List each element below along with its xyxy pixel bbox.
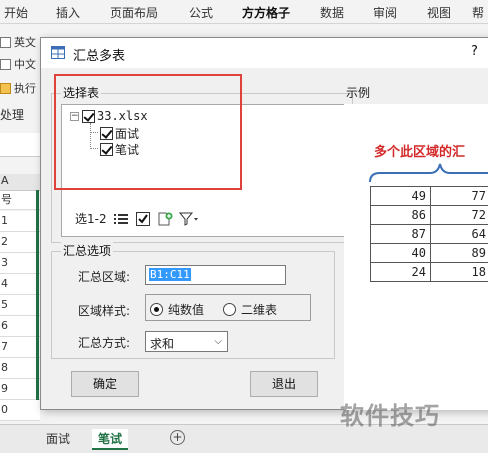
- column-header-a[interactable]: A: [0, 174, 40, 191]
- tab-data[interactable]: 数据: [320, 4, 344, 21]
- tab-home[interactable]: 开始: [4, 4, 28, 21]
- dialog-titlebar: 汇总多表 ?: [41, 38, 488, 68]
- example-panel: 多个此区域的汇 49 77 86 72 87 64 40 89 24 18: [344, 104, 488, 410]
- table-cell: 40: [370, 243, 431, 263]
- table-row: 24 18: [370, 262, 488, 282]
- ribbon-section-label: 处理: [0, 108, 25, 122]
- table-cell: 24: [370, 262, 431, 282]
- method-select[interactable]: 求和 ⌵: [145, 331, 228, 352]
- table-cell: 89: [430, 243, 488, 263]
- table-row: 40 89: [370, 243, 488, 263]
- add-sheet-icon[interactable]: +: [170, 430, 185, 445]
- chevron-down-icon: ⌵: [214, 336, 222, 347]
- row-number[interactable]: 0: [0, 400, 40, 421]
- selection-count: 选1-2: [75, 212, 107, 226]
- method-label: 汇总方式:: [78, 336, 131, 350]
- radio-unselected[interactable]: [223, 303, 236, 316]
- range-label: 汇总区域:: [78, 270, 131, 284]
- sheet-tab-interview[interactable]: 面试: [40, 429, 76, 448]
- tab-formulas[interactable]: 公式: [189, 4, 213, 21]
- row-number[interactable]: 3: [0, 253, 40, 274]
- add-sheet-file-icon[interactable]: [157, 212, 173, 226]
- table-cell: 18: [430, 262, 488, 282]
- example-title: 多个此区域的汇: [374, 145, 466, 160]
- list-icon[interactable]: [113, 212, 129, 226]
- row-number[interactable]: 9: [0, 379, 40, 400]
- table-cell: 72: [430, 205, 488, 225]
- tab-help[interactable]: 帮: [472, 4, 484, 21]
- row-number[interactable]: 7: [0, 337, 40, 358]
- range-input[interactable]: B1:C11: [145, 265, 286, 285]
- ribbon-english-option[interactable]: 英文: [0, 34, 36, 50]
- check-all-icon[interactable]: [135, 211, 151, 226]
- table-cell: 49: [370, 186, 431, 206]
- table-cell: 86: [370, 205, 431, 225]
- row-number[interactable]: 2: [0, 232, 40, 253]
- highlight-frame: [54, 74, 242, 190]
- tab-review[interactable]: 审阅: [373, 4, 397, 21]
- sheet-tab-written[interactable]: 笔试: [92, 429, 129, 450]
- style-radio-2d[interactable]: 二维表: [223, 301, 277, 318]
- filter-icon[interactable]: [178, 212, 199, 226]
- tab-view[interactable]: 视图: [427, 4, 451, 21]
- style-label: 区域样式:: [78, 304, 131, 318]
- name-box[interactable]: [0, 133, 40, 157]
- tab-page-layout[interactable]: 页面布局: [110, 4, 158, 21]
- style-radio-plain[interactable]: 纯数值: [150, 301, 204, 318]
- table-icon: [51, 46, 65, 59]
- brace-icon: [369, 163, 488, 183]
- header-cell[interactable]: 号: [0, 191, 40, 210]
- table-cell: 87: [370, 224, 431, 244]
- watermark: 软件技巧: [340, 402, 440, 430]
- table-row: 49 77: [370, 186, 488, 206]
- tab-fangfang-gezi[interactable]: 方方格子: [242, 4, 291, 26]
- ribbon-tab-bar: 开始 插入 页面布局 公式 方方格子 数据 审阅 视图 帮: [0, 0, 488, 26]
- exit-button[interactable]: 退出: [250, 371, 318, 397]
- example-label: 示例: [346, 86, 371, 100]
- ok-button[interactable]: 确定: [71, 371, 139, 397]
- table-cell: 64: [430, 224, 488, 244]
- execute-icon: [0, 82, 11, 94]
- radio-selected[interactable]: [150, 303, 163, 316]
- table-row: 86 72: [370, 205, 488, 225]
- checkbox-icon: [0, 58, 11, 70]
- example-table: 49 77 86 72 87 64 40 89 24 18: [370, 186, 488, 282]
- ribbon-execute-button[interactable]: 执行: [0, 80, 36, 96]
- table-cell: 77: [430, 186, 488, 206]
- ribbon-chinese-option[interactable]: 中文: [0, 56, 36, 72]
- table-row: 87 64: [370, 224, 488, 244]
- tree-toolbar: 选1-2: [75, 210, 199, 227]
- checkbox-icon: [0, 36, 11, 48]
- tab-insert[interactable]: 插入: [56, 4, 80, 21]
- dialog-title: 汇总多表: [73, 49, 126, 64]
- row-number[interactable]: 1: [0, 211, 40, 232]
- help-button[interactable]: ?: [471, 44, 478, 59]
- row-number[interactable]: 6: [0, 316, 40, 337]
- selection-border: [36, 190, 39, 400]
- merge-sheets-dialog: 汇总多表 ? 选择表 − 33.xlsx 面试 笔试 选1-2 汇总选项 汇总区…: [40, 37, 488, 410]
- row-number[interactable]: 4: [0, 274, 40, 295]
- row-number[interactable]: 8: [0, 358, 40, 379]
- summary-options-label: 汇总选项: [61, 242, 114, 259]
- row-number[interactable]: 5: [0, 295, 40, 316]
